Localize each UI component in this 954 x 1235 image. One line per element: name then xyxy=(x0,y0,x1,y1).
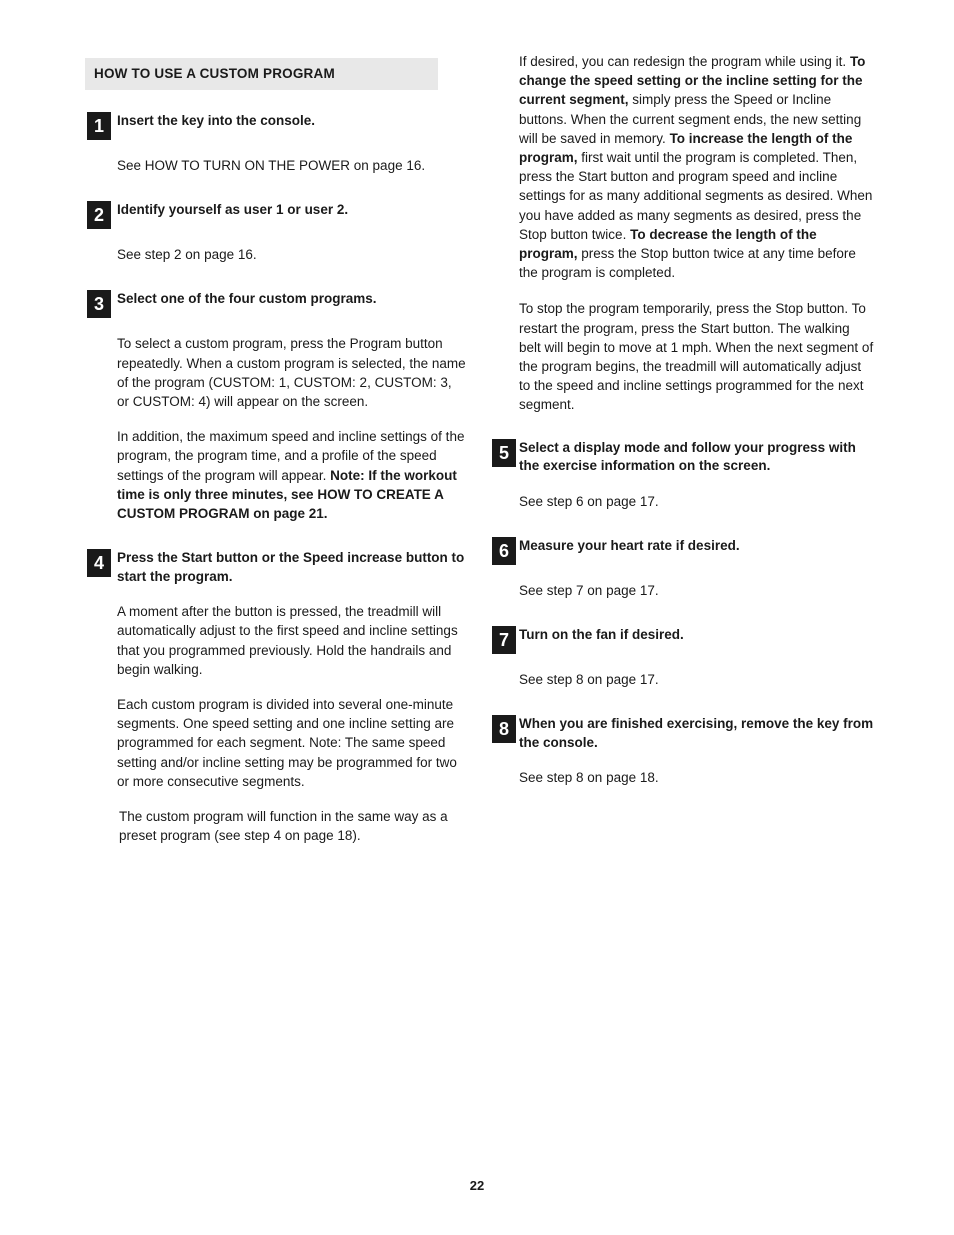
step-6-heading: 6 Measure your heart rate if desired. xyxy=(490,536,875,565)
step-3-title: Select one of the four custom programs. xyxy=(117,291,377,307)
step-3: 3 Select one of the four custom programs… xyxy=(85,290,467,523)
section-banner-title: HOW TO USE A CUSTOM PROGRAM xyxy=(94,66,335,81)
step-1-number-badge: 1 xyxy=(87,112,111,140)
right-lead-part-1: If desired, you can redesign the program… xyxy=(519,54,850,69)
step-4-body-3: The custom program will function in the … xyxy=(119,809,448,844)
step-7-body: See step 8 on page 17. xyxy=(519,672,659,688)
step-1: 1 Insert the key into the console. See H… xyxy=(85,112,467,175)
step-7-heading: 7 Turn on the fan if desired. xyxy=(490,626,875,655)
step-5-number-badge: 5 xyxy=(492,438,516,467)
step-8-heading: 8 When you are finished exercising, remo… xyxy=(490,715,875,752)
step-4-body: A moment after the button is pressed, th… xyxy=(117,604,458,677)
step-4-body-2: Each custom program is divided into seve… xyxy=(117,697,457,789)
step-4-title: Press the Start button or the Speed incr… xyxy=(117,550,465,584)
step-8-number-badge: 8 xyxy=(492,715,516,744)
step-2-body: See step 2 on page 16. xyxy=(117,247,257,263)
step-5-heading: 5 Select a display mode and follow your … xyxy=(490,438,875,476)
step-8-body: See step 8 on page 18. xyxy=(519,770,659,786)
manual-page: HOW TO USE A CUSTOM PROGRAM 1 Insert the… xyxy=(0,0,954,1235)
step-4: 4 Press the Start button or the Speed in… xyxy=(85,549,467,845)
step-3-heading: 3 Select one of the four custom programs… xyxy=(85,290,467,319)
right-column: If desired, you can redesign the program… xyxy=(490,0,875,787)
step-6-title: Measure your heart rate if desired. xyxy=(519,537,740,553)
step-1-body: See HOW TO TURN ON THE POWER on page 16. xyxy=(117,158,426,173)
right-second-paragraph: To stop the program temporarily, press t… xyxy=(519,301,874,413)
step-2: 2 Identify yourself as user 1 or user 2.… xyxy=(85,201,467,264)
step-6-number-badge: 6 xyxy=(492,536,516,565)
step-1-heading: 1 Insert the key into the console. xyxy=(85,112,467,140)
right-lead-paragraph: If desired, you can redesign the program… xyxy=(490,52,875,282)
step-3-number-badge: 3 xyxy=(87,290,111,319)
step-8: 8 When you are finished exercising, remo… xyxy=(490,715,875,787)
step-5-title: Select a display mode and follow your pr… xyxy=(519,439,856,474)
step-7-number-badge: 7 xyxy=(492,626,516,655)
step-7-title: Turn on the fan if desired. xyxy=(519,627,684,643)
page-number: 22 xyxy=(469,1178,485,1193)
section-banner: HOW TO USE A CUSTOM PROGRAM xyxy=(85,58,438,90)
step-7: 7 Turn on the fan if desired. See step 8… xyxy=(490,626,875,689)
step-2-number-badge: 2 xyxy=(87,201,111,230)
step-4-number-badge: 4 xyxy=(87,549,111,578)
step-2-heading: 2 Identify yourself as user 1 or user 2. xyxy=(85,201,467,230)
step-6-body: See step 7 on page 17. xyxy=(519,582,659,598)
step-3-body: To select a custom program, press the Pr… xyxy=(117,336,466,410)
step-3-body-2: In addition, the maximum speed and incli… xyxy=(85,427,467,523)
step-2-title: Identify yourself as user 1 or user 2. xyxy=(117,202,349,218)
step-5-body: See step 6 on page 17. xyxy=(519,493,659,509)
step-5: 5 Select a display mode and follow your … xyxy=(490,438,875,511)
left-column: HOW TO USE A CUSTOM PROGRAM 1 Insert the… xyxy=(85,0,467,845)
step-6: 6 Measure your heart rate if desired. Se… xyxy=(490,536,875,600)
step-8-title: When you are finished exercising, remove… xyxy=(519,716,874,750)
step-4-heading: 4 Press the Start button or the Speed in… xyxy=(85,549,467,586)
step-1-title: Insert the key into the console. xyxy=(117,113,316,128)
